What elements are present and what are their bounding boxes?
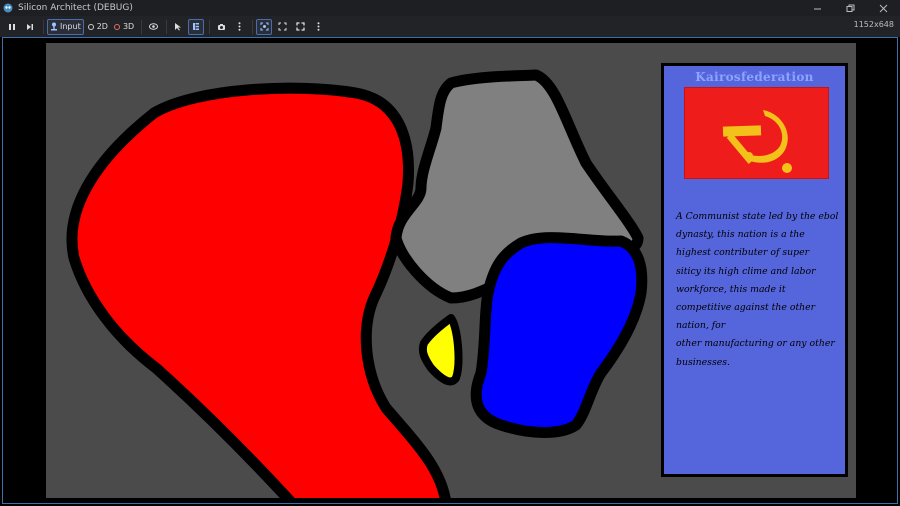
close-icon — [879, 4, 888, 12]
focus-frame-icon — [260, 22, 269, 31]
minimize-icon — [814, 8, 821, 9]
pause-button[interactable] — [4, 19, 20, 35]
radio-2d-icon — [87, 23, 94, 30]
pause-icon — [9, 23, 15, 30]
hammer-and-sickle-icon — [722, 110, 792, 173]
toolbar-divider — [209, 19, 211, 34]
next-frame-icon — [27, 23, 33, 30]
expand-icon — [296, 22, 305, 31]
close-button[interactable] — [867, 0, 900, 16]
toolbar-divider — [252, 19, 254, 34]
toolbar-divider — [43, 19, 44, 34]
nation-name: Kairosfederation — [695, 70, 814, 84]
next-frame-button[interactable] — [22, 19, 38, 35]
maximize-game-button[interactable] — [292, 19, 308, 35]
list-select-icon — [193, 23, 200, 30]
nation-info-panel: Kairosfederation A Communist state led b… — [661, 63, 848, 477]
game-canvas[interactable]: Kairosfederation A Communist state led b… — [46, 43, 856, 498]
mode-2d-label: 2D — [96, 22, 108, 31]
input-label: Input — [60, 22, 81, 31]
toolbar-divider — [141, 19, 143, 34]
input-toggle-button[interactable]: Input — [47, 18, 84, 35]
nation-description: A Communist state led by the ebol dynast… — [676, 211, 839, 368]
mode-3d-button[interactable]: 3D — [112, 19, 136, 35]
kebab-menu-icon — [317, 22, 320, 31]
red-region[interactable] — [66, 82, 451, 498]
app-icon — [3, 3, 13, 13]
keep-aspect-button[interactable] — [274, 19, 290, 35]
yellow-region[interactable] — [418, 314, 463, 386]
joystick-icon — [51, 22, 57, 31]
window-title: Silicon Architect (DEBUG) — [18, 3, 133, 13]
radio-3d-icon — [113, 23, 120, 30]
aspect-icon — [278, 22, 287, 31]
game-viewport[interactable]: Kairosfederation A Communist state led b… — [2, 37, 898, 504]
kebab-menu-icon — [238, 22, 241, 31]
eye-icon — [148, 23, 158, 30]
camera-button[interactable] — [213, 19, 229, 35]
debug-toolbar: Input 2D 3D 1152x648 — [0, 16, 900, 37]
toolbar-divider — [166, 19, 168, 34]
blue-region[interactable] — [470, 232, 648, 438]
restore-icon — [846, 4, 855, 12]
embed-game-button[interactable] — [256, 18, 273, 35]
cursor-icon — [175, 23, 182, 31]
resolution-label: 1152x648 — [853, 20, 894, 29]
overflow-menu-button[interactable] — [310, 19, 326, 35]
minimize-button[interactable] — [801, 0, 834, 16]
camera-icon — [217, 23, 225, 30]
title-bar: Silicon Architect (DEBUG) — [0, 0, 900, 16]
list-select-button[interactable] — [188, 18, 205, 35]
more-options-button[interactable] — [231, 19, 247, 35]
visibility-button[interactable] — [145, 19, 161, 35]
select-tool-button[interactable] — [170, 19, 186, 35]
restore-button[interactable] — [834, 0, 867, 16]
nation-flag — [684, 87, 829, 179]
mode-2d-button[interactable]: 2D — [86, 19, 110, 35]
mode-3d-label: 3D — [122, 22, 135, 31]
